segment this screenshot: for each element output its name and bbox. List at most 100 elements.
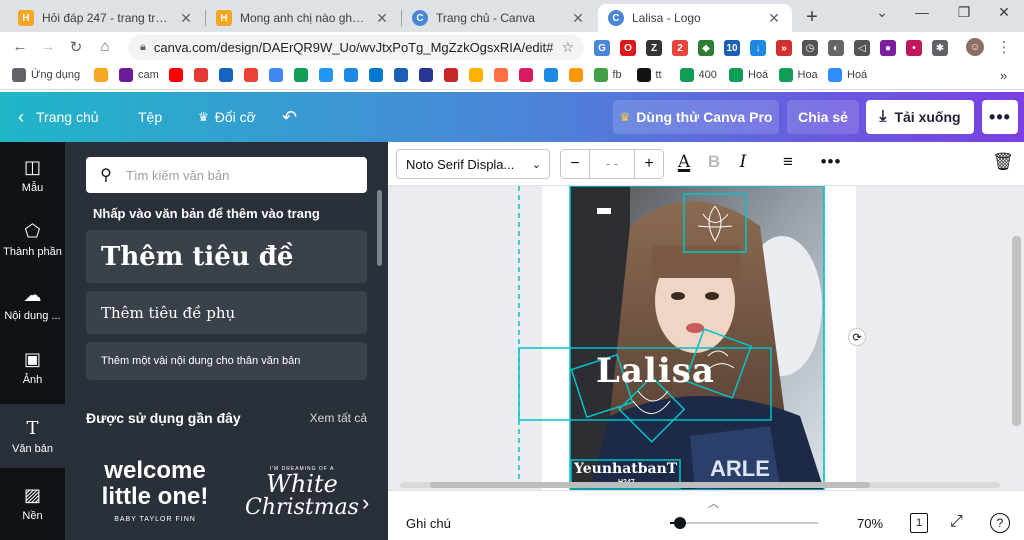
opera-ext-icon[interactable]: O bbox=[620, 40, 636, 56]
forward-arrow-icon[interactable]: → bbox=[38, 38, 58, 55]
help-icon[interactable]: ? bbox=[990, 513, 1010, 533]
close-icon[interactable]: ✕ bbox=[374, 10, 390, 27]
notes-button[interactable]: Ghi chú bbox=[406, 516, 451, 531]
bookmark-item[interactable] bbox=[343, 68, 363, 82]
add-body-text-button[interactable]: Thêm một vài nội dung cho thân văn bản bbox=[86, 342, 367, 380]
two-ext-icon[interactable]: 2 bbox=[672, 40, 688, 56]
browser-tab-hoidap[interactable]: H Hỏi đáp 247 - trang tra loi ✕ bbox=[8, 4, 204, 32]
bookmark-star-icon[interactable]: ☆ bbox=[561, 39, 574, 56]
bookmark-item[interactable] bbox=[568, 68, 588, 82]
ff-ext-icon[interactable]: » bbox=[776, 40, 792, 56]
home-back-button[interactable]: ‹ Trang chủ bbox=[18, 92, 99, 142]
rail-item-text[interactable]: T Văn bản bbox=[0, 404, 65, 468]
browser-tab-canva-home[interactable]: C Trang chủ - Canva ✕ bbox=[402, 4, 596, 32]
mouse-ext-icon[interactable]: ◐ bbox=[828, 40, 844, 56]
font-selector[interactable]: Noto Serif Displa... ⌄ bbox=[396, 149, 550, 179]
file-menu-button[interactable]: Tệp bbox=[138, 92, 162, 142]
translate-ext-icon[interactable]: G bbox=[594, 40, 610, 56]
bookmark-item[interactable] bbox=[443, 68, 463, 82]
bookmark-item[interactable] bbox=[418, 68, 438, 82]
zoom-level[interactable]: 70% bbox=[857, 516, 883, 531]
bookmark-item[interactable] bbox=[243, 68, 263, 82]
text-color-icon[interactable]: A bbox=[672, 152, 696, 172]
canvas-horizontal-scrollbar[interactable] bbox=[400, 480, 1000, 488]
bookmark-item[interactable] bbox=[193, 68, 213, 82]
undo-icon[interactable]: ↶ bbox=[282, 92, 297, 142]
page-count-button[interactable]: 1 bbox=[910, 513, 928, 533]
resize-button[interactable]: ♛ Đổi cỡ bbox=[198, 92, 256, 142]
new-tab-button[interactable]: + bbox=[800, 6, 824, 29]
bookmark-item[interactable] bbox=[393, 68, 413, 82]
bookmark-item[interactable]: 400 bbox=[679, 68, 717, 82]
bookmark-item[interactable] bbox=[468, 68, 488, 82]
chevron-right-icon[interactable]: › bbox=[362, 490, 369, 516]
bookmark-item[interactable] bbox=[543, 68, 563, 82]
trash-icon[interactable]: 🗑︎ bbox=[991, 152, 1015, 172]
text-search-input[interactable] bbox=[126, 167, 356, 183]
bookmark-item[interactable] bbox=[368, 68, 388, 82]
browser-tab-lalisa[interactable]: C Lalisa - Logo ✕ bbox=[598, 4, 792, 32]
more-options-button[interactable]: ••• bbox=[982, 100, 1018, 134]
chevron-up-icon[interactable]: ︿ bbox=[708, 495, 719, 511]
rail-item-templates[interactable]: ◫ Mẫu bbox=[0, 144, 65, 206]
design-footer-text[interactable]: YeunhatbanT bbox=[574, 461, 677, 477]
share-button[interactable]: Chia sẻ bbox=[787, 100, 859, 134]
font-size-stepper[interactable]: − - - + bbox=[560, 149, 664, 179]
font-size-value[interactable]: - - bbox=[589, 150, 635, 178]
zoom-slider-handle[interactable] bbox=[674, 517, 687, 529]
close-icon[interactable]: ✕ bbox=[178, 10, 194, 27]
add-heading-button[interactable]: Thêm tiêu đề bbox=[86, 230, 367, 283]
add-subheading-button[interactable]: Thêm tiêu đề phụ bbox=[86, 291, 367, 334]
bookmark-item[interactable]: cam bbox=[119, 68, 159, 82]
see-all-link[interactable]: Xem tất cả bbox=[310, 411, 367, 425]
bold-icon[interactable]: B bbox=[702, 152, 726, 172]
close-icon[interactable]: ✕ bbox=[766, 10, 782, 27]
recent-text-template-welcome[interactable]: welcome little one! BABY TAYLOR FINN bbox=[90, 458, 220, 540]
rail-item-background[interactable]: ▨ Nền bbox=[0, 472, 65, 534]
more-toolbar-icon[interactable]: ••• bbox=[819, 152, 843, 172]
bookmark-item[interactable]: Hoá bbox=[828, 68, 867, 82]
clock-ext-icon[interactable]: ◷ bbox=[802, 40, 818, 56]
increase-size-button[interactable]: + bbox=[635, 155, 663, 173]
recent-text-template-christmas[interactable]: I'M DREAMING OF A White Christmas bbox=[237, 458, 367, 540]
scroll-thumb[interactable] bbox=[430, 482, 870, 488]
ten-ext-icon[interactable]: 10 bbox=[724, 40, 740, 56]
window-close-icon[interactable]: ✕ bbox=[990, 4, 1018, 21]
maximize-icon[interactable]: ❐ bbox=[950, 4, 978, 21]
z-ext-icon[interactable]: Z bbox=[646, 40, 662, 56]
text-search-box[interactable]: ⚲ bbox=[86, 157, 367, 193]
speaker-ext-icon[interactable]: ◁ bbox=[854, 40, 870, 56]
bookmark-item[interactable] bbox=[268, 68, 288, 82]
design-title-text[interactable]: Lalisa bbox=[596, 351, 715, 391]
bookmark-item[interactable]: Ứng dụng bbox=[12, 68, 80, 82]
download-ext-icon[interactable]: ↓ bbox=[750, 40, 766, 56]
rail-item-uploads[interactable]: ☁ Nội dung ... bbox=[0, 272, 65, 334]
bookmark-item[interactable] bbox=[94, 68, 113, 82]
dot-ext-icon[interactable]: • bbox=[906, 40, 922, 56]
back-arrow-icon[interactable]: ← bbox=[10, 38, 30, 55]
rail-item-elements[interactable]: ⬠ Thành phần bbox=[0, 208, 65, 270]
align-center-icon[interactable]: ≡ bbox=[776, 152, 800, 172]
browser-tab-mong[interactable]: H Mong anh chị nào ghép cho ✕ bbox=[206, 4, 400, 32]
address-bar[interactable]: 🔒︎ canva.com/design/DAErQR9W_Uo/wvJtxPoT… bbox=[128, 35, 584, 60]
bookmark-item[interactable]: Hoa bbox=[778, 68, 818, 82]
record-ext-icon[interactable]: ● bbox=[880, 40, 896, 56]
canvas-vertical-scrollbar[interactable] bbox=[1012, 236, 1021, 426]
try-pro-button[interactable]: ♛ Dùng thử Canva Pro bbox=[613, 100, 779, 134]
bookmark-item[interactable] bbox=[293, 68, 313, 82]
reload-icon[interactable]: ↻ bbox=[66, 38, 86, 56]
rotate-icon[interactable]: ⟳ bbox=[848, 328, 866, 346]
bookmark-item[interactable]: fb bbox=[593, 68, 622, 82]
italic-icon[interactable]: I bbox=[731, 152, 755, 172]
menu-kebab-icon[interactable]: ⋮ bbox=[994, 38, 1014, 56]
home-icon[interactable]: ⌂ bbox=[95, 38, 115, 55]
bookmark-item[interactable] bbox=[218, 68, 238, 82]
panel-scrollbar[interactable] bbox=[377, 190, 382, 266]
bookmark-item[interactable]: Hoá bbox=[729, 68, 768, 82]
zoom-slider[interactable] bbox=[670, 522, 818, 524]
bookmark-item[interactable] bbox=[168, 68, 188, 82]
vpn-ext-icon[interactable]: ◆ bbox=[698, 40, 714, 56]
puzzle-ext-icon[interactable]: ✱ bbox=[932, 40, 948, 56]
bookmark-item[interactable] bbox=[518, 68, 538, 82]
bookmark-item[interactable] bbox=[493, 68, 513, 82]
